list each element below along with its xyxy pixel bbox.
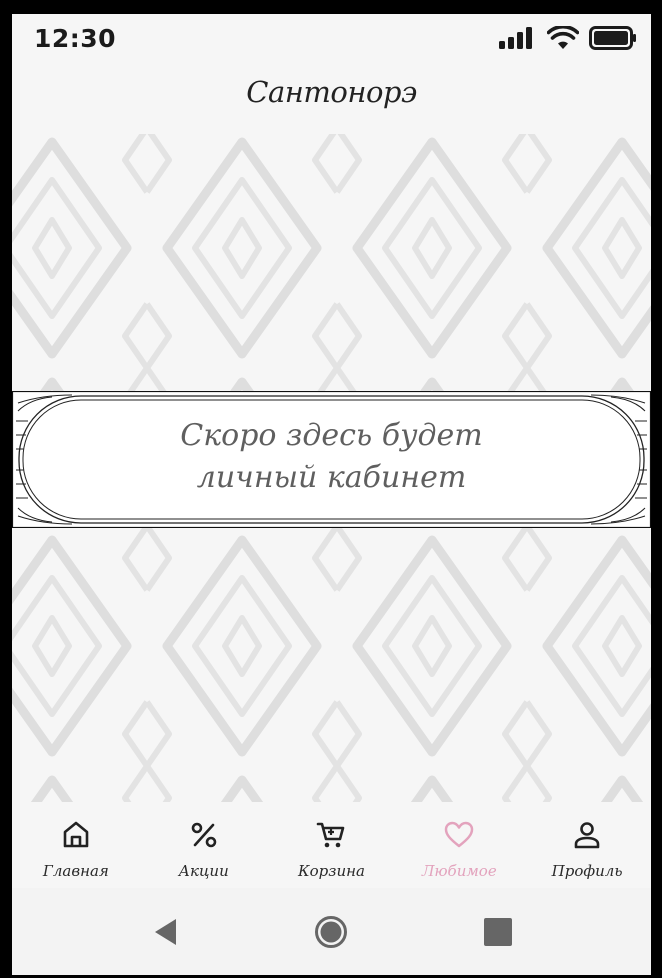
status-icons: [499, 26, 637, 50]
cart-icon: [316, 818, 346, 852]
person-icon: [572, 818, 602, 852]
banner-line-1: Скоро здесь будет: [180, 418, 483, 453]
nav-item-home[interactable]: Главная: [16, 802, 136, 880]
banner-text: Скоро здесь будет личный кабинет: [12, 415, 651, 499]
signal-icon: [499, 27, 532, 49]
nav-item-profile[interactable]: Профиль: [527, 802, 647, 880]
percent-icon: [189, 818, 219, 852]
recents-button[interactable]: [478, 912, 518, 952]
decorative-pattern-top: [12, 134, 651, 392]
status-bar: 12:30: [12, 14, 651, 62]
nav-label-cart: Корзина: [298, 862, 365, 880]
nav-item-favorites[interactable]: Любимое: [399, 802, 519, 880]
home-icon: [61, 818, 91, 852]
nav-item-cart[interactable]: Корзина: [271, 802, 391, 880]
status-time: 12:30: [34, 23, 117, 53]
decorative-pattern-bottom: [12, 528, 651, 802]
coming-soon-banner: Скоро здесь будет личный кабинет: [12, 391, 651, 528]
back-icon: [155, 918, 177, 945]
recents-icon: [483, 917, 512, 946]
bottom-navigation: Главная Акции Корзина Любимое Профиль: [12, 802, 651, 888]
home-circle-icon: [315, 915, 348, 948]
nav-label-favorites: Любимое: [421, 862, 497, 880]
back-button[interactable]: [145, 912, 185, 952]
heart-icon: [444, 818, 474, 852]
phone-screen: 12:30 Сантонорэ Скоро здесь будет личный…: [12, 14, 651, 975]
banner-line-2: личный кабинет: [196, 460, 467, 495]
nav-item-promotions[interactable]: Акции: [144, 802, 264, 880]
wifi-icon: [547, 26, 579, 49]
home-button[interactable]: [311, 912, 351, 952]
brand-logo: Сантонорэ: [12, 62, 651, 122]
system-navigation-bar: [12, 888, 651, 975]
nav-label-profile: Профиль: [551, 862, 623, 880]
logo-text: Сантонорэ: [246, 75, 417, 109]
nav-label-home: Главная: [42, 862, 109, 880]
battery-icon: [589, 26, 636, 50]
nav-label-promotions: Акции: [178, 862, 229, 880]
